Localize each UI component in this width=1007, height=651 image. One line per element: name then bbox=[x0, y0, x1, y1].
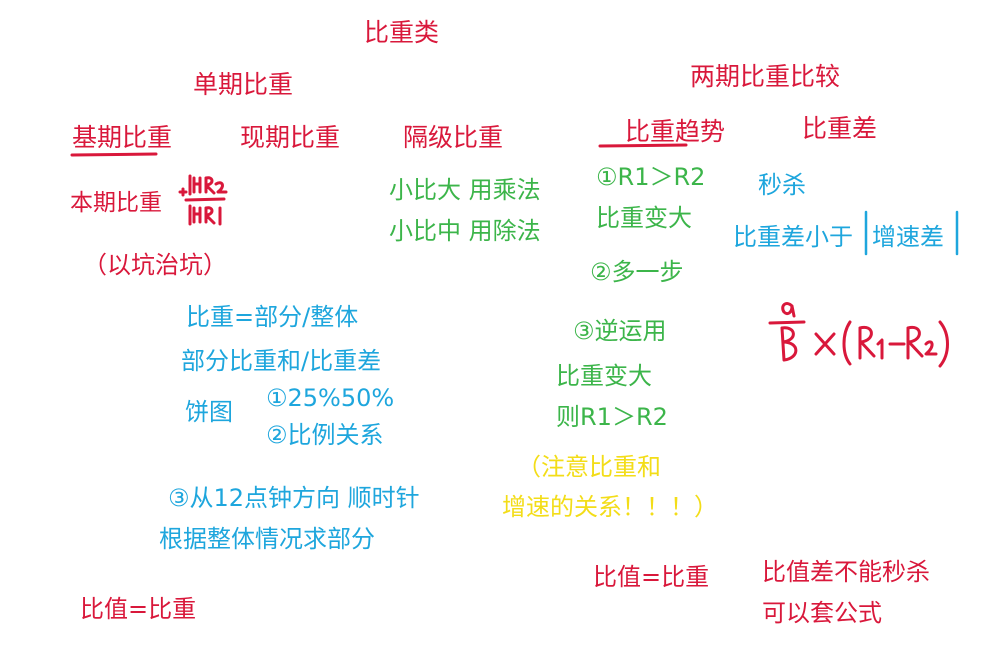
ratio-equals-share-left: 比值=比重 bbox=[80, 595, 197, 623]
instant-solve-label: 秒杀 bbox=[758, 171, 806, 199]
single-period-heading: 单期比重 bbox=[193, 70, 294, 99]
trend-rule-1b: 比重变大 bbox=[596, 204, 692, 232]
share-sum-diff: 部分比重和/比重差 bbox=[181, 347, 382, 375]
trend-rule-3c: 则R1＞R2 bbox=[556, 403, 668, 431]
share-diff-formula-ink bbox=[768, 302, 949, 368]
trend-rule-1: ①R1＞R2 bbox=[596, 163, 706, 191]
interval-period-label: 隔级比重 bbox=[403, 123, 504, 152]
pie-chart-label: 饼图 bbox=[185, 398, 233, 426]
pie-tip-4: 根据整体情况求部分 bbox=[159, 525, 375, 553]
ratio-equals-share-right: 比值=比重 bbox=[593, 563, 710, 591]
base-period-label: 基期比重 bbox=[72, 123, 173, 152]
diff-rule-a: 比重差小于 bbox=[733, 223, 853, 251]
pie-tip-2: ②比例关系 bbox=[266, 421, 384, 449]
ratio-diff-line-2: 可以套公式 bbox=[762, 599, 882, 627]
page-title: 比重类 bbox=[364, 18, 440, 47]
current-period-label: 现期比重 bbox=[240, 123, 341, 152]
pie-tip-1: ①25%50% bbox=[266, 384, 395, 412]
base-underline bbox=[70, 152, 158, 157]
yellow-note-1: （注意比重和 bbox=[517, 453, 661, 481]
fraction-ink bbox=[178, 174, 228, 226]
base-formula-text: 本期比重 bbox=[70, 190, 162, 216]
trend-rule-2: ②多一步 bbox=[590, 258, 684, 286]
share-definition: 比重=部分/整体 bbox=[186, 303, 359, 331]
trend-rule-3b: 比重变大 bbox=[556, 362, 652, 390]
ratio-diff-line-1: 比值差不能秒杀 bbox=[762, 558, 930, 586]
pie-tip-3: ③从12点钟方向 顺时针 bbox=[168, 484, 420, 512]
two-period-heading: 两期比重比较 bbox=[690, 62, 841, 91]
diff-rule-bars bbox=[864, 210, 959, 256]
base-note: （以坑治坑） bbox=[83, 251, 227, 279]
green-rule-divide: 小比中 用除法 bbox=[389, 217, 541, 245]
green-rule-multiply: 小比大 用乘法 bbox=[389, 176, 541, 204]
trend-underline bbox=[598, 143, 688, 148]
share-diff-label: 比重差 bbox=[802, 114, 878, 143]
yellow-note-2: 增速的关系！！！） bbox=[502, 493, 718, 521]
trend-rule-3: ③逆运用 bbox=[573, 317, 667, 345]
